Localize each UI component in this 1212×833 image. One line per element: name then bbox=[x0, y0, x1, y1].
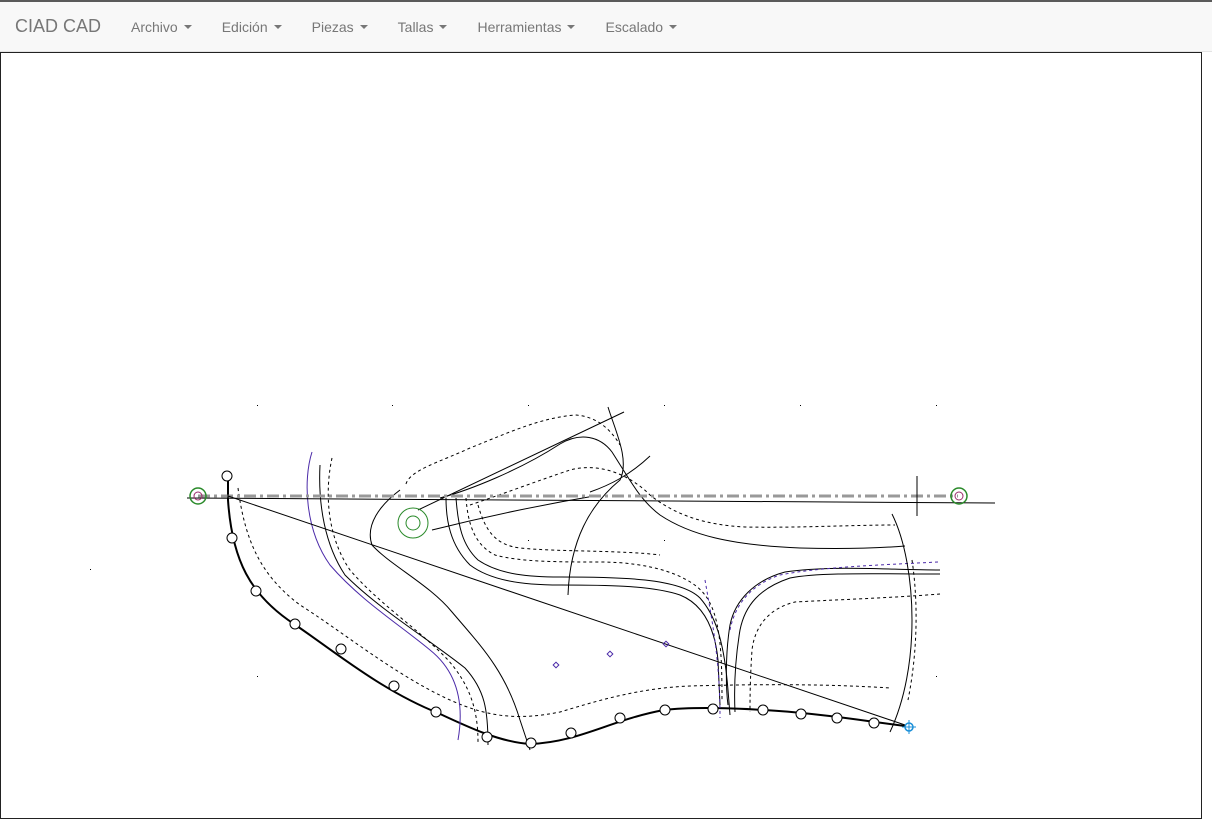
control-points[interactable] bbox=[221, 470, 880, 749]
selected-point-icon[interactable] bbox=[902, 720, 916, 734]
control-point bbox=[707, 703, 719, 715]
diagonal-guide-line[interactable] bbox=[227, 495, 906, 726]
caret-down-icon bbox=[439, 24, 448, 29]
brand-title[interactable]: CIAD CAD bbox=[15, 16, 101, 37]
center-target-icon[interactable] bbox=[397, 507, 429, 539]
menu-edicion-label: Edición bbox=[221, 18, 268, 35]
control-point bbox=[659, 704, 671, 716]
caret-down-icon bbox=[669, 24, 678, 29]
caret-down-icon bbox=[359, 24, 368, 29]
navbar: CIAD CAD Archivo Edición Piezas Tallas H… bbox=[0, 0, 1212, 52]
cad-canvas[interactable] bbox=[0, 52, 1202, 819]
reference-markers[interactable] bbox=[552, 640, 670, 669]
control-point bbox=[335, 643, 347, 655]
control-point bbox=[831, 712, 843, 724]
seam-curve-4 bbox=[704, 579, 721, 719]
grid-dots bbox=[90, 405, 937, 677]
control-point bbox=[525, 737, 537, 749]
caret-down-icon bbox=[183, 24, 192, 29]
menu-piezas[interactable]: Piezas bbox=[297, 2, 383, 51]
control-point bbox=[868, 717, 880, 729]
caret-down-icon bbox=[273, 24, 282, 29]
menu-archivo[interactable]: Archivo bbox=[116, 2, 207, 51]
control-point bbox=[221, 470, 233, 482]
seam-allowance-line bbox=[237, 487, 891, 717]
caret-down-icon bbox=[567, 24, 576, 29]
control-point bbox=[757, 704, 769, 716]
seam-curve-2 bbox=[327, 457, 479, 743]
menu-tallas-label: Tallas bbox=[397, 18, 434, 35]
quarter-line-1[interactable] bbox=[445, 497, 721, 706]
anchor-right-icon[interactable] bbox=[950, 487, 968, 505]
menu-archivo-label: Archivo bbox=[131, 18, 178, 35]
control-point bbox=[388, 680, 400, 692]
menu-piezas-label: Piezas bbox=[311, 18, 354, 35]
control-point bbox=[289, 618, 301, 630]
control-point bbox=[250, 585, 262, 597]
menu-escalado-label: Escalado bbox=[605, 18, 664, 35]
menu-bar: Archivo Edición Piezas Tallas Herramient… bbox=[116, 2, 692, 51]
cad-drawing[interactable] bbox=[0, 52, 1202, 819]
control-point bbox=[481, 731, 493, 743]
quarter-dashed-1 bbox=[465, 497, 723, 701]
seam-curve-3[interactable] bbox=[319, 464, 489, 746]
counter-line-2[interactable] bbox=[725, 567, 941, 706]
control-point bbox=[226, 532, 238, 544]
control-point bbox=[565, 727, 577, 739]
menu-escalado[interactable]: Escalado bbox=[590, 2, 692, 51]
menu-herramientas[interactable]: Herramientas bbox=[462, 2, 590, 51]
menu-tallas[interactable]: Tallas bbox=[383, 2, 463, 51]
menu-edicion[interactable]: Edición bbox=[207, 2, 297, 51]
vamp-inner-dashed bbox=[405, 414, 621, 485]
control-point bbox=[795, 708, 807, 720]
counter-dashed-2 bbox=[729, 561, 939, 631]
control-point bbox=[430, 706, 442, 718]
tongue-outline[interactable] bbox=[439, 436, 906, 549]
control-point bbox=[614, 712, 626, 724]
counter-line-1[interactable] bbox=[734, 573, 941, 713]
quarter-line-2[interactable] bbox=[455, 497, 731, 716]
menu-herramientas-label: Herramientas bbox=[477, 18, 562, 35]
